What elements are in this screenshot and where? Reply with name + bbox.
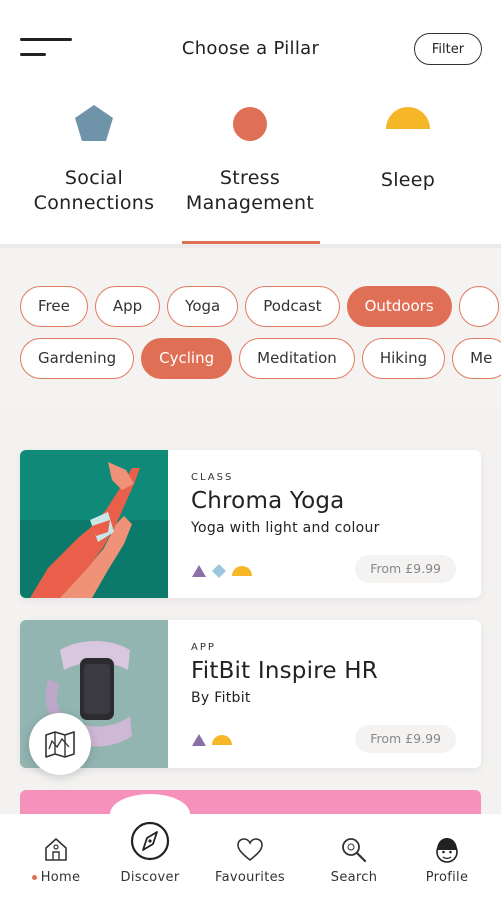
triangle-icon — [192, 565, 206, 577]
price-tag: From £9.99 — [355, 725, 456, 753]
active-dot — [31, 875, 37, 880]
card-title: FitBit Inspire HR — [191, 658, 378, 684]
compass-icon — [130, 821, 170, 861]
pillar-icons — [191, 563, 253, 579]
card-title: Chroma Yoga — [191, 488, 345, 514]
chip-more[interactable] — [458, 286, 500, 327]
tab-label: Search — [330, 870, 378, 885]
home-icon — [45, 838, 67, 861]
price-tag: From £9.99 — [355, 555, 456, 583]
semicircle-icon — [212, 735, 232, 745]
pillar-sleep[interactable]: Sleep — [338, 104, 478, 193]
heart-icon — [237, 838, 263, 862]
tab-label: Discover — [120, 870, 180, 885]
pillar-label: Stress Management — [185, 167, 315, 214]
card-type: APP — [191, 642, 216, 653]
tab-label: Profile — [425, 870, 469, 885]
tab-label: Favourites — [215, 870, 285, 885]
category-chips: Free App Yoga Podcast Outdoors Gardening Cycl… — [0, 248, 501, 410]
pillar-label: Sleep — [380, 169, 436, 191]
chip-hiking[interactable]: Hiking — [361, 338, 446, 379]
circle-icon — [233, 107, 267, 141]
tab-label: Home — [6, 870, 106, 885]
card-info: APP FitBit Inspire HR By Fitbit — [191, 642, 461, 706]
pillar-social-connections[interactable]: Social Connections — [18, 104, 170, 216]
chip-meditation[interactable]: Meditation — [239, 338, 355, 379]
map-view-button[interactable] — [29, 713, 91, 775]
chip-gardening[interactable]: Gardening — [20, 338, 135, 379]
filter-button[interactable]: Filter — [414, 33, 482, 65]
map-icon — [45, 731, 75, 758]
card-type: CLASS — [191, 472, 234, 483]
pillar-icons — [191, 733, 233, 747]
pillar-label: Social Connections — [33, 167, 155, 214]
bottom-tab-bar: Home Discover Favourites Search Profile — [0, 814, 501, 900]
chip-app[interactable]: App — [94, 286, 161, 327]
search-icon — [342, 838, 367, 863]
card-subtitle: Yoga with light and colour — [191, 520, 380, 536]
chip-outdoors[interactable]: Outdoors — [346, 286, 452, 327]
pillar-stress-management[interactable]: Stress Management — [170, 104, 330, 216]
result-card-chroma-yoga[interactable]: CLASS Chroma Yoga Yoga with light and co… — [20, 450, 481, 598]
chip-cycling[interactable]: Cycling — [141, 338, 233, 379]
profile-icon — [436, 838, 458, 863]
diamond-icon — [212, 564, 226, 578]
chip-podcast[interactable]: Podcast — [245, 286, 340, 327]
semicircle-icon — [386, 107, 430, 129]
chip-row: Gardening Cycling Meditation Hiking Me — [20, 338, 501, 379]
card-image — [20, 450, 168, 598]
chip-row: Free App Yoga Podcast Outdoors — [20, 286, 501, 327]
result-card-partial[interactable] — [20, 790, 481, 814]
semicircle-icon — [232, 566, 252, 576]
triangle-icon — [192, 734, 206, 746]
pentagon-icon — [75, 105, 113, 141]
chip-free[interactable]: Free — [20, 286, 88, 327]
card-subtitle: By Fitbit — [191, 690, 251, 706]
card-info: CLASS Chroma Yoga Yoga with light and co… — [191, 472, 461, 536]
chip-me[interactable]: Me — [452, 338, 501, 379]
pillar-header: Choose a Pillar Filter Social Connections… — [0, 0, 501, 248]
chip-yoga[interactable]: Yoga — [167, 286, 239, 327]
